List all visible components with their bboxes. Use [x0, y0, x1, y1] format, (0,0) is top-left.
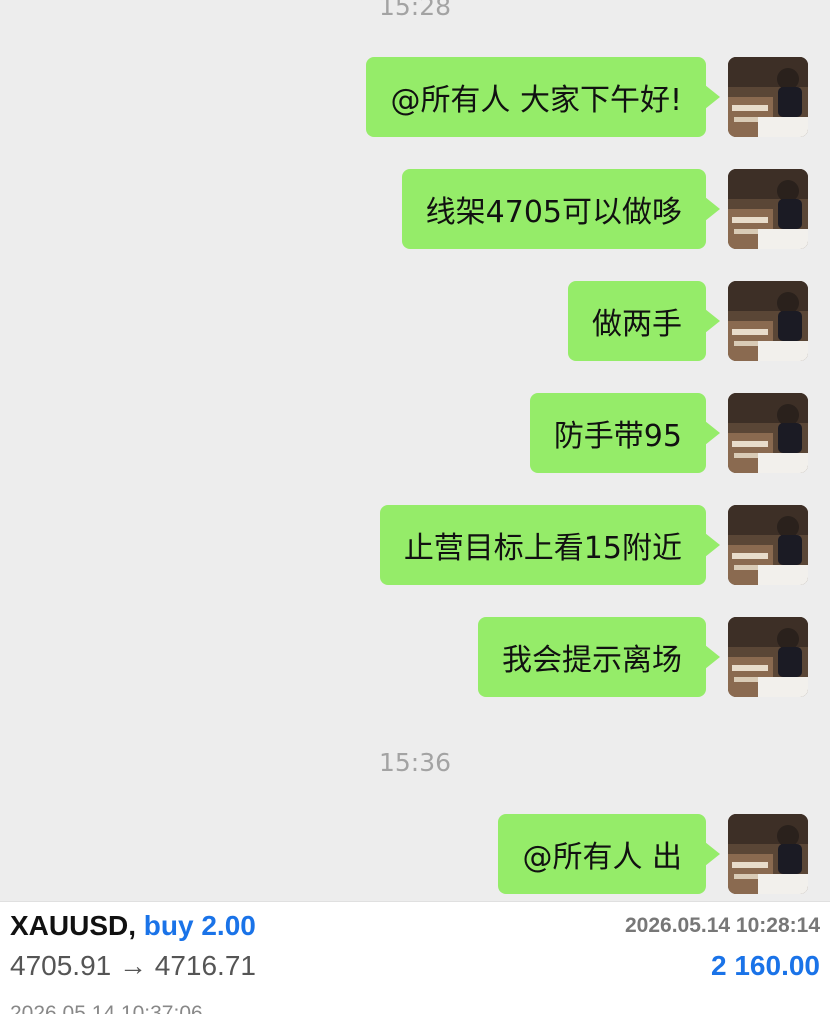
avatar-image-icon — [728, 617, 808, 697]
message-bubble[interactable]: 线架4705可以做哆 — [401, 169, 721, 249]
message-row: 防手带95 — [0, 393, 830, 473]
message-row: 线架4705可以做哆 — [0, 169, 830, 249]
message-bubble[interactable]: @所有人 大家下午好! — [366, 57, 720, 137]
avatar[interactable] — [728, 57, 808, 137]
timestamp-top: 15:28 — [378, 0, 452, 21]
avatar-image-icon — [728, 814, 808, 894]
message-row: @所有人 出 — [0, 814, 830, 894]
trade-symbol-line: XAUUSD, buy 2.00 — [10, 910, 256, 942]
trade-open-time: 2026.05.14 10:28:14 — [625, 914, 820, 937]
trade-symbol: XAUUSD, — [10, 910, 137, 941]
timestamp-mid: 15:36 — [378, 748, 452, 777]
avatar[interactable] — [728, 505, 808, 585]
trade-side: buy 2.00 — [143, 910, 256, 941]
avatar-image-icon — [728, 393, 808, 473]
message-bubble[interactable]: 防手带95 — [529, 393, 721, 473]
trade-record[interactable]: XAUUSD, buy 2.00 2026.05.14 10:28:14 470… — [0, 901, 830, 1014]
message-bubble[interactable]: 止营目标上看15附近 — [379, 505, 721, 585]
message-row: 止营目标上看15附近 — [0, 505, 830, 585]
avatar[interactable] — [728, 169, 808, 249]
trade-profit: 2 160.00 — [711, 950, 820, 981]
avatar-image-icon — [728, 505, 808, 585]
trade-prices: 4705.91 → 4716.71 — [10, 950, 256, 981]
message-row: @所有人 大家下午好! — [0, 57, 830, 137]
avatar[interactable] — [728, 281, 808, 361]
chat-area: 15:28 @所有人 大家下午好! 线架4705可以做哆 做两手 防手带95 止… — [0, 0, 830, 900]
avatar-image-icon — [728, 281, 808, 361]
message-row: 做两手 — [0, 281, 830, 361]
avatar[interactable] — [728, 393, 808, 473]
trade-close-time: 2026.05.14 10:37:06 — [10, 1002, 203, 1014]
message-bubble[interactable]: @所有人 出 — [498, 814, 720, 894]
message-bubble[interactable]: 做两手 — [568, 281, 720, 361]
message-bubble[interactable]: 我会提示离场 — [478, 617, 720, 697]
avatar[interactable] — [728, 617, 808, 697]
avatar-image-icon — [728, 169, 808, 249]
avatar-image-icon — [728, 57, 808, 137]
message-row: 我会提示离场 — [0, 617, 830, 697]
avatar[interactable] — [728, 814, 808, 894]
